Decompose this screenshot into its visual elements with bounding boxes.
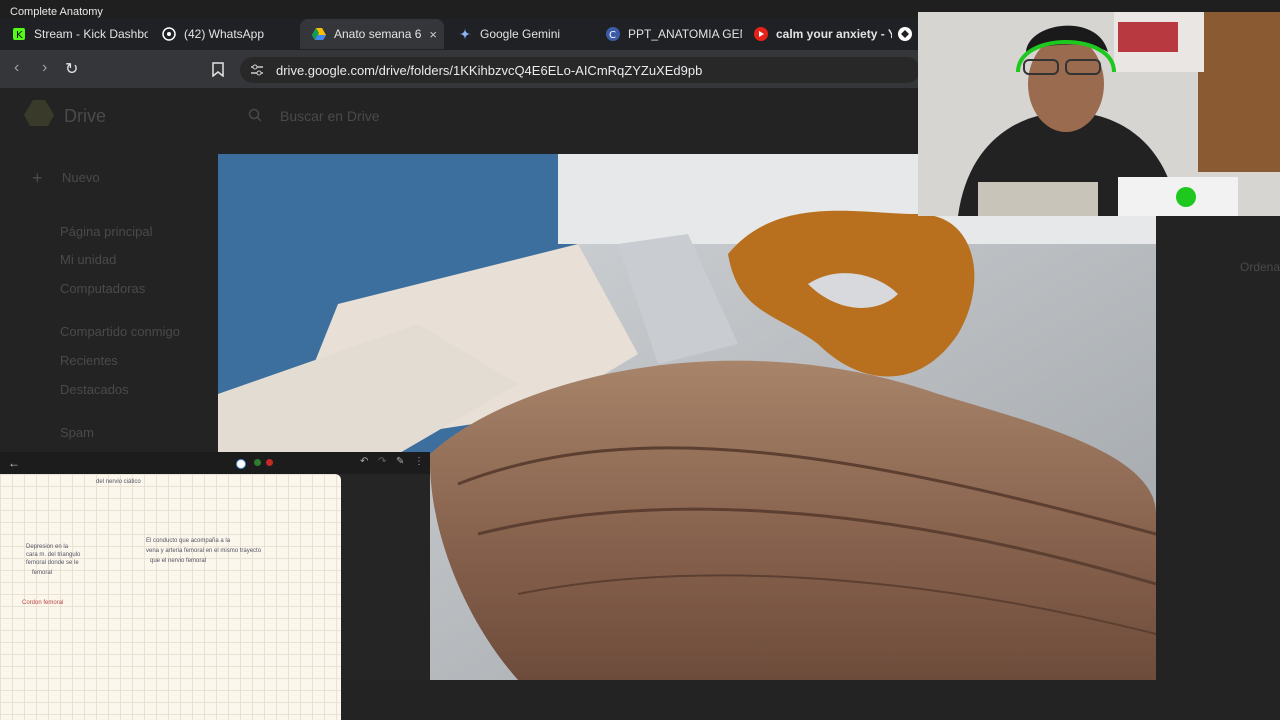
site-icon (898, 27, 912, 41)
tab-label: calm your anxiety - Y (776, 27, 892, 41)
edit-icon[interactable]: ✎ (396, 456, 404, 467)
note-text: vena y arteria femoral en el mismo traye… (146, 548, 262, 554)
sidebar-item-recent[interactable]: Recientes (60, 353, 118, 368)
svg-text:K: K (16, 30, 23, 40)
note-text: que el nervio femoral (150, 558, 207, 564)
tab-close-icon[interactable]: × (429, 27, 437, 42)
undo-icon[interactable]: ↶ (360, 456, 368, 467)
search-icon[interactable] (248, 108, 262, 125)
note-text: cara m. del triangulo (26, 552, 81, 558)
tab-label: (42) WhatsApp (184, 27, 265, 41)
google-drive-icon (312, 27, 326, 41)
note-text: femoral donde se le (26, 560, 79, 566)
youtube-icon (754, 27, 768, 41)
tab-extra[interactable] (892, 19, 918, 49)
redo-icon[interactable]: ↷ (378, 456, 386, 467)
site-settings-icon[interactable] (250, 63, 264, 77)
new-button[interactable]: Nuevo (62, 170, 100, 185)
svg-text:C: C (609, 30, 616, 41)
dissection-video (218, 154, 1156, 680)
tab-gemini[interactable]: Google Gemini (446, 19, 594, 49)
notes-toolbar: ← ↶ ↷ ✎ ⋮ (0, 452, 430, 474)
bookmark-icon[interactable] (212, 62, 224, 82)
forward-button[interactable]: › (42, 59, 47, 77)
sidebar-item-starred[interactable]: Destacados (60, 382, 129, 397)
back-button[interactable]: ‹ (14, 59, 19, 77)
more-icon[interactable]: ⋮ (414, 456, 424, 467)
pen-color-white-icon[interactable] (236, 459, 246, 469)
note-text: Depresion en la (26, 544, 69, 550)
webcam-overlay (918, 12, 1280, 216)
plus-icon: + (32, 168, 43, 188)
notes-canvas[interactable]: del nervio ciático Depresion en la cara … (0, 474, 341, 720)
note-text: Cordon femoral (22, 600, 64, 606)
url-text: drive.google.com/drive/folders/1KKihbzvc… (276, 62, 703, 78)
tab-label: Google Gemini (480, 27, 561, 41)
reload-button[interactable]: ↻ (65, 59, 78, 79)
drive-logo-text: Drive (64, 106, 107, 126)
gemini-icon (458, 27, 472, 41)
note-text: El conducto que acompaña a la (146, 538, 231, 544)
pen-color-red-icon[interactable] (266, 459, 273, 466)
tab-label: PPT_ANATOMIA GEN (628, 27, 742, 41)
sidebar-item-shared[interactable]: Compartido conmigo (60, 324, 180, 339)
sidebar-item-computers[interactable]: Computadoras (60, 281, 145, 296)
tab-anato-semana[interactable]: Anato semana 6 × (300, 19, 444, 49)
note-text: femoral (32, 570, 53, 576)
tab-whatsapp[interactable]: (42) WhatsApp (150, 19, 298, 49)
notes-back-icon[interactable]: ← (8, 456, 20, 470)
tab-ppt-anatomia[interactable]: C PPT_ANATOMIA GEN (594, 19, 742, 49)
tab-youtube[interactable]: calm your anxiety - Y (742, 19, 892, 49)
c-site-icon: C (606, 27, 620, 41)
sort-label[interactable]: Ordenar (1240, 260, 1280, 274)
sidebar-item-my-drive[interactable]: Mi unidad (60, 252, 116, 267)
whatsapp-icon (162, 27, 176, 41)
window-title: Complete Anatomy (10, 6, 103, 18)
tab-label: Anato semana 6 (334, 27, 422, 41)
sidebar-item-home[interactable]: Página principal (60, 224, 153, 239)
note-text: del nervio ciático (96, 479, 141, 485)
drive-logo-icon (24, 100, 54, 129)
drive-search-input[interactable]: Buscar en Drive (280, 108, 380, 124)
kick-icon: K (12, 27, 26, 41)
sidebar-item-spam[interactable]: Spam (60, 425, 94, 440)
address-bar[interactable]: drive.google.com/drive/folders/1KKihbzvc… (240, 57, 920, 83)
pen-color-green-icon[interactable] (254, 459, 261, 466)
tab-label: Stream - Kick Dashbo (34, 27, 148, 41)
tab-kick[interactable]: K Stream - Kick Dashbo (0, 19, 148, 49)
